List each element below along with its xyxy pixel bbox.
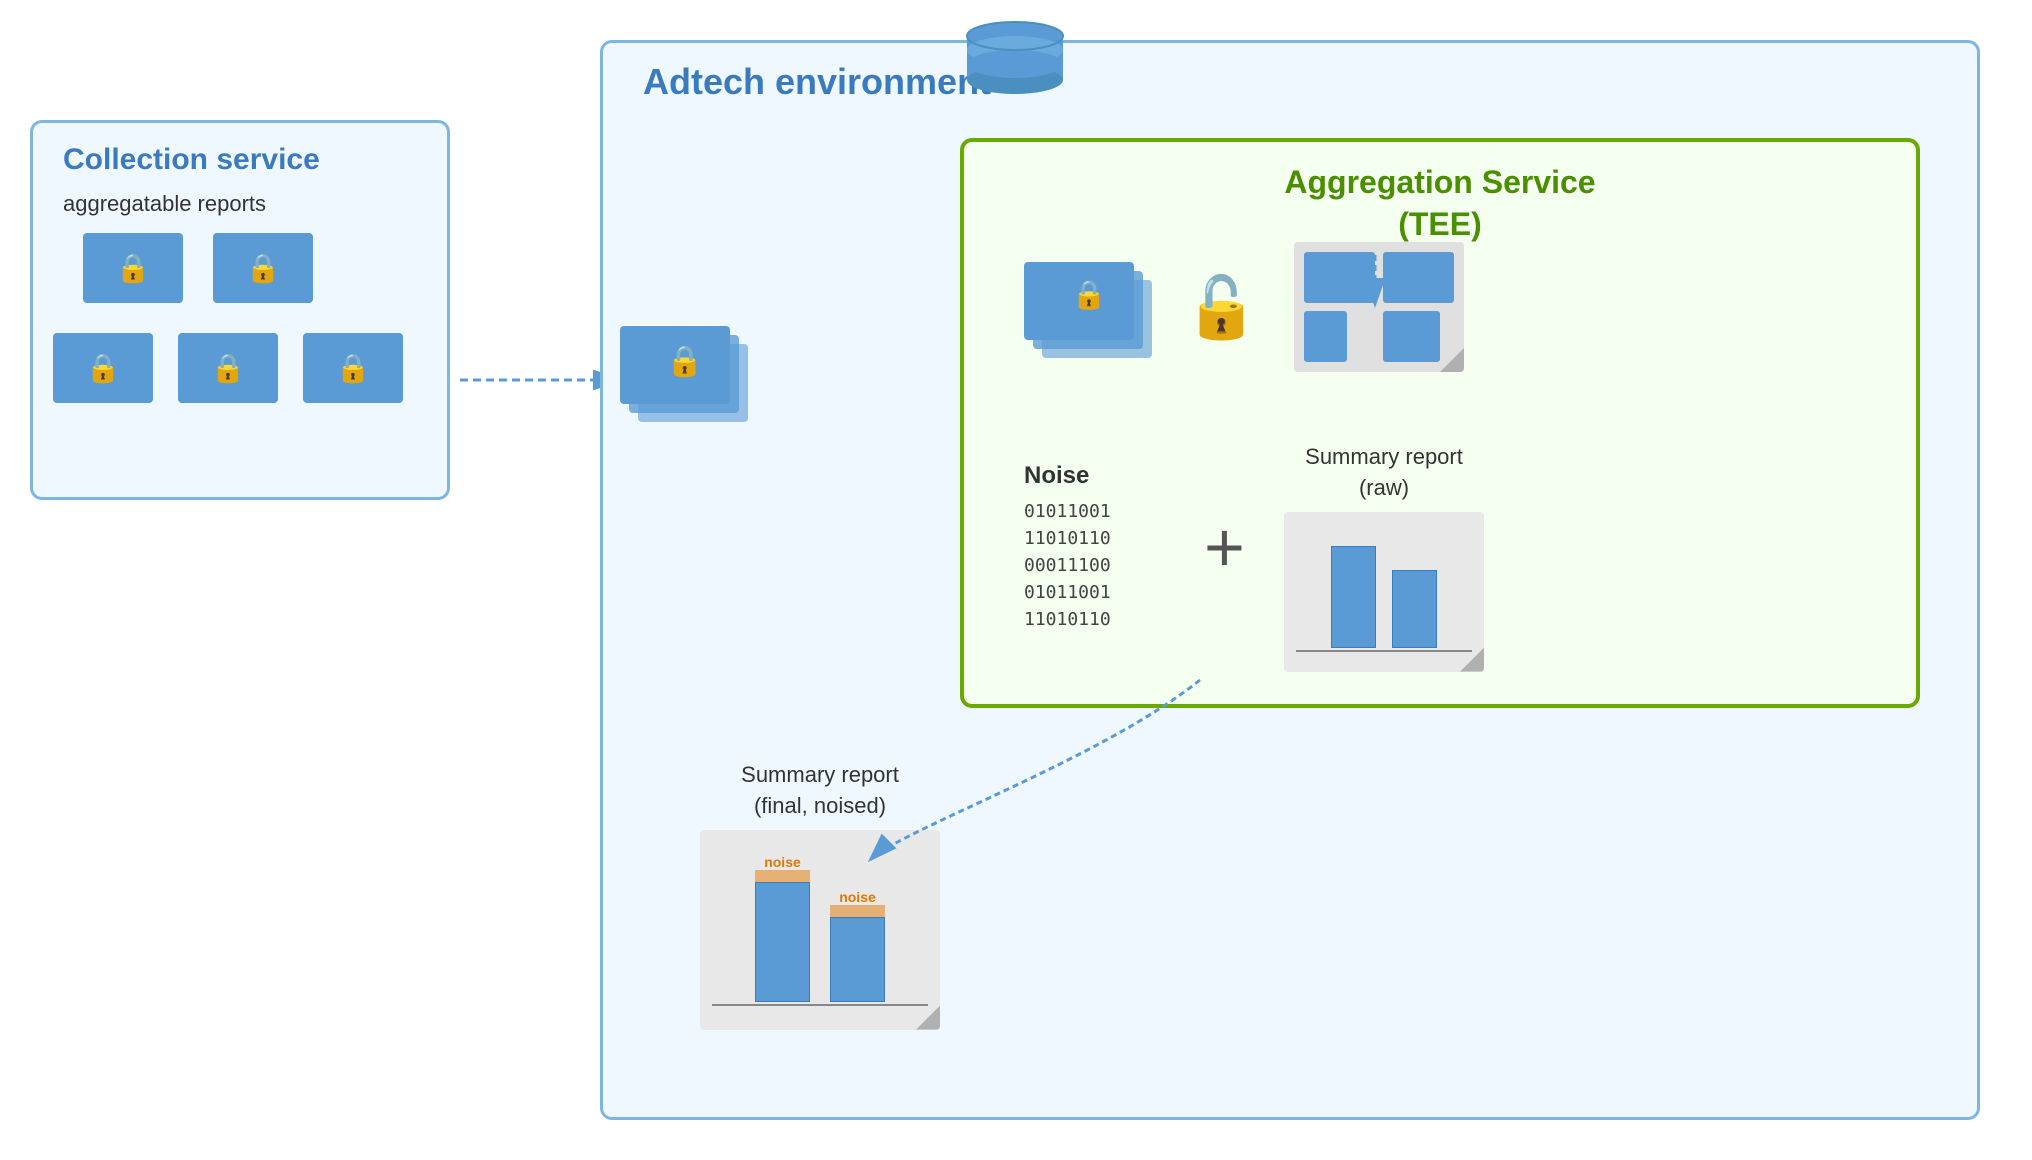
collection-service-subtitle: aggregatable reports <box>63 191 266 217</box>
database-icon <box>960 20 1070 105</box>
collection-docs-row1: 🔒 🔒 <box>83 233 313 303</box>
plus-sign: + <box>1204 512 1245 582</box>
noise-label: Noise <box>1024 462 1111 490</box>
collection-service-title: Collection service <box>63 143 320 177</box>
summary-final-label: Summary report (final, noised) <box>700 760 940 822</box>
locked-doc-4: 🔒 <box>178 333 278 403</box>
noise-section: Noise 01011001 11010110 00011100 0101100… <box>1024 462 1111 633</box>
query-key-grid-doc <box>1294 242 1464 372</box>
aggregation-tee-title: Aggregation Service (TEE) <box>964 162 1916 245</box>
transit-bundled-docs: 🔒 <box>620 326 750 436</box>
summary-final-section: Summary report (final, noised) noise <box>700 760 940 1030</box>
noise-indicator-2: noise <box>839 889 876 905</box>
locked-doc-1: 🔒 <box>83 233 183 303</box>
noise-indicator-1: noise <box>764 854 801 870</box>
diagram-container: Adtech environment Collection service ag… <box>0 0 2032 1160</box>
collection-service-box: Collection service aggregatable reports … <box>30 120 450 500</box>
aggregation-tee-box: Aggregation Service (TEE) 🔒 🔓 <box>960 138 1920 708</box>
tee-bundled-docs: 🔒 <box>1024 262 1154 372</box>
locked-doc-2: 🔒 <box>213 233 313 303</box>
adtech-env-title: Adtech environment <box>643 61 991 103</box>
summary-raw-label: Summary report (raw) <box>1284 442 1484 504</box>
collection-docs-row2: 🔒 🔒 🔒 <box>53 333 403 403</box>
locked-doc-3: 🔒 <box>53 333 153 403</box>
locked-doc-5: 🔒 <box>303 333 403 403</box>
noise-binary: 01011001 11010110 00011100 01011001 1101… <box>1024 498 1111 633</box>
summary-raw-section: Summary report (raw) <box>1284 442 1484 672</box>
unlocked-lock-icon: 🔓 <box>1184 272 1259 343</box>
